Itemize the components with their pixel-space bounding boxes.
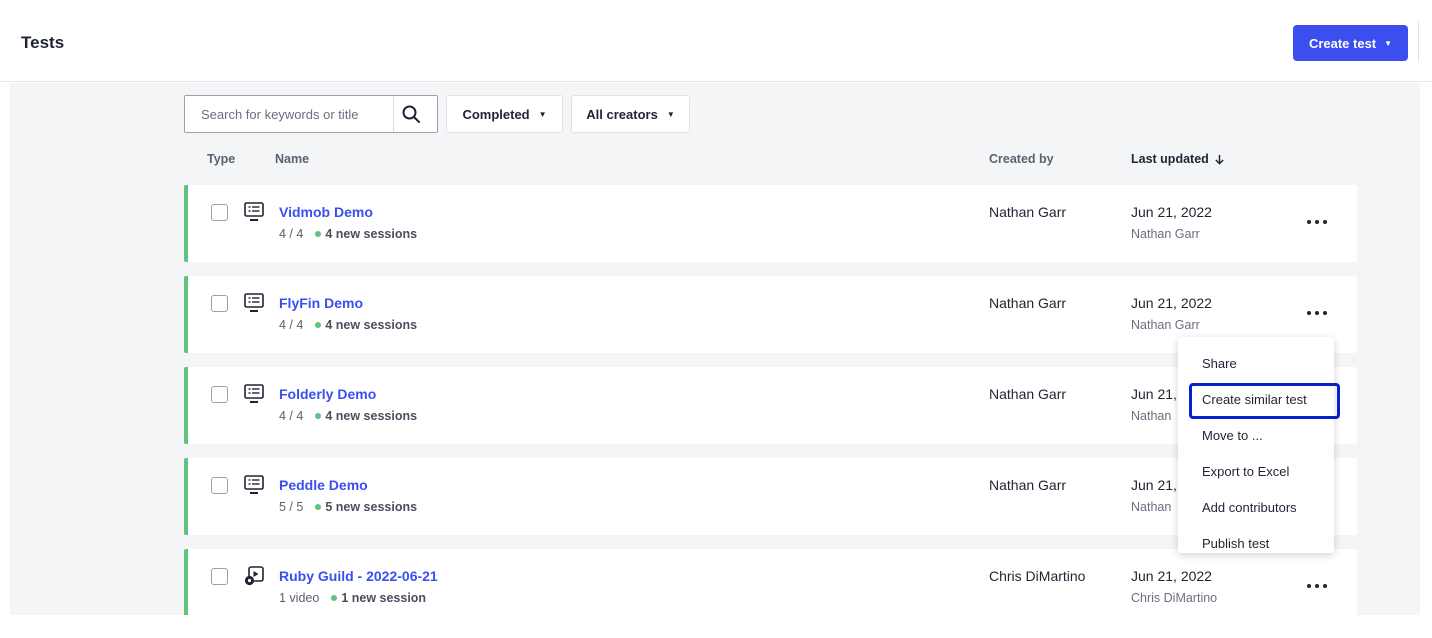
row-checkbox[interactable]	[211, 477, 228, 494]
column-header-name: Name	[275, 152, 310, 166]
topbar-divider	[1418, 22, 1419, 62]
new-sessions-count: 5 new sessions	[325, 500, 418, 514]
new-sessions-count: 4 new sessions	[325, 318, 418, 332]
row-checkbox[interactable]	[211, 295, 228, 312]
more-options-icon[interactable]	[1301, 579, 1333, 593]
status-dot-icon	[315, 231, 322, 237]
more-options-icon[interactable]	[1301, 215, 1333, 229]
progress-count: 4 / 4	[279, 318, 304, 332]
create-test-button[interactable]: Create test ▼	[1293, 25, 1408, 61]
screen-test-icon	[244, 293, 264, 312]
search-icon[interactable]	[401, 104, 421, 124]
last-updated-date: Jun 21,	[1131, 386, 1177, 402]
arrow-down-icon	[1215, 154, 1224, 165]
search-input[interactable]	[185, 96, 385, 132]
last-updated-date: Jun 21, 2022	[1131, 204, 1212, 220]
screen-test-icon	[244, 475, 264, 494]
created-by: Nathan Garr	[989, 295, 1067, 311]
last-updated-by: Nathan Garr	[1131, 227, 1200, 241]
column-header-last-updated[interactable]: Last updated	[1131, 152, 1225, 166]
last-updated-by: Chris DiMartino	[1131, 591, 1218, 605]
menu-item-publish-test[interactable]: Publish test	[1178, 525, 1334, 561]
test-progress: 5 / 5 5 new sessions	[279, 500, 417, 514]
creator-filter-label: All creators	[586, 106, 658, 122]
test-title-link[interactable]: Vidmob Demo	[279, 204, 373, 220]
created-by: Nathan Garr	[989, 477, 1067, 493]
caret-down-icon: ▼	[538, 109, 547, 119]
video-count: 1 video	[279, 591, 320, 605]
caret-down-icon: ▼	[666, 109, 675, 119]
status-dot-icon	[315, 504, 322, 510]
last-updated-by: Nathan	[1131, 409, 1172, 423]
last-updated-date: Jun 21, 2022	[1131, 568, 1212, 584]
row-checkbox[interactable]	[211, 204, 228, 221]
menu-item-create-similar-test[interactable]: Create similar test	[1178, 381, 1340, 419]
menu-item-add-contributors[interactable]: Add contributors	[1178, 489, 1334, 525]
test-progress: 4 / 4 4 new sessions	[279, 227, 417, 241]
top-bar: Tests Create test ▼	[0, 0, 1432, 82]
column-header-created-by: Created by	[989, 152, 1054, 166]
created-by: Chris DiMartino	[989, 568, 1086, 584]
caret-down-icon: ▼	[1384, 38, 1393, 48]
last-updated-by: Nathan Garr	[1131, 318, 1200, 332]
tests-list-panel: Completed ▼ All creators ▼ Type Name Cre…	[10, 83, 1420, 615]
progress-count: 4 / 4	[279, 227, 304, 241]
last-updated-date: Jun 21,	[1131, 477, 1177, 493]
created-by: Nathan Garr	[989, 204, 1067, 220]
row-actions-menu: Share Create similar test Move to ... Ex…	[1178, 337, 1340, 553]
last-updated-date: Jun 21, 2022	[1131, 295, 1212, 311]
page-title: Tests	[21, 33, 65, 52]
screen-test-icon	[244, 202, 264, 221]
progress-count: 4 / 4	[279, 409, 304, 423]
new-sessions-count: 1 new session	[341, 591, 427, 605]
menu-item-move-to[interactable]: Move to ...	[1178, 417, 1334, 453]
status-filter-label: Completed	[462, 106, 530, 122]
test-progress: 4 / 4 4 new sessions	[279, 318, 417, 332]
video-test-icon	[244, 566, 264, 586]
row-checkbox[interactable]	[211, 568, 228, 585]
row-checkbox[interactable]	[211, 386, 228, 403]
status-dot-icon	[331, 595, 338, 601]
new-sessions-count: 4 new sessions	[325, 227, 418, 241]
status-dot-icon	[315, 322, 322, 328]
test-title-link[interactable]: Folderly Demo	[279, 386, 376, 402]
search-box	[184, 95, 438, 133]
screen-test-icon	[244, 384, 264, 403]
create-test-label: Create test	[1308, 35, 1377, 51]
test-title-link[interactable]: Peddle Demo	[279, 477, 368, 493]
progress-count: 5 / 5	[279, 500, 304, 514]
more-options-icon[interactable]	[1301, 306, 1333, 320]
menu-item-share[interactable]: Share	[1178, 345, 1334, 381]
test-title-link[interactable]: FlyFin Demo	[279, 295, 363, 311]
column-header-type: Type	[207, 152, 236, 166]
test-progress: 4 / 4 4 new sessions	[279, 409, 417, 423]
status-filter-dropdown[interactable]: Completed ▼	[446, 95, 563, 133]
test-progress: 1 video 1 new session	[279, 591, 426, 605]
creator-filter-dropdown[interactable]: All creators ▼	[571, 95, 690, 133]
last-updated-label: Last updated	[1131, 152, 1209, 166]
table-row[interactable]: Vidmob Demo 4 / 4 4 new sessions Nathan …	[184, 185, 1357, 262]
status-dot-icon	[315, 413, 322, 419]
menu-item-export-to-excel[interactable]: Export to Excel	[1178, 453, 1334, 489]
test-title-link[interactable]: Ruby Guild - 2022-06-21	[279, 568, 438, 584]
search-divider	[393, 96, 394, 132]
created-by: Nathan Garr	[989, 386, 1067, 402]
new-sessions-count: 4 new sessions	[325, 409, 418, 423]
last-updated-by: Nathan	[1131, 500, 1172, 514]
